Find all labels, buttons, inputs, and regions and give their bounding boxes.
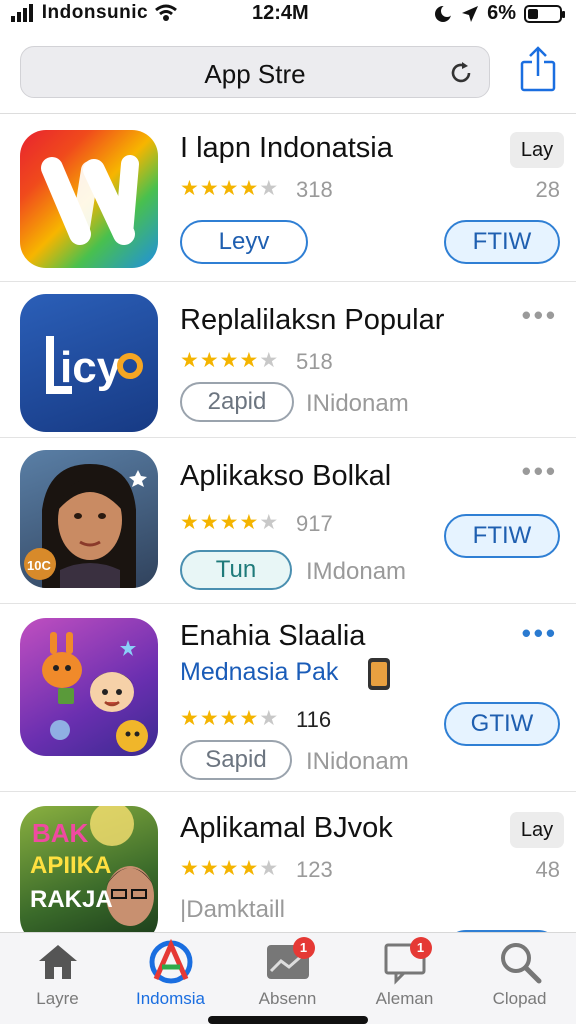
star-rating: ★★★★★	[180, 177, 280, 200]
tab-label: Clopad	[492, 989, 547, 1008]
app-row[interactable]: BAK APIIKA RAKJA Aplikamal BJvok Lay ★★★…	[0, 792, 576, 932]
moon-icon	[435, 4, 454, 22]
notification-badge: 1	[292, 937, 315, 959]
home-indicator	[208, 1016, 368, 1024]
view-button[interactable]: Sapid	[180, 740, 292, 780]
status-time: 12:4M	[252, 2, 309, 24]
app-title: Aplikakso Bolkal	[180, 460, 392, 492]
updates-icon: 1	[265, 937, 315, 985]
rating-count: 116	[296, 707, 332, 732]
app-title: Enahia Slaalia	[180, 620, 366, 652]
view-button[interactable]: 2apid	[180, 382, 294, 422]
tab-layre[interactable]: Layre	[0, 939, 115, 1009]
discover-icon	[148, 938, 194, 985]
app-icon-poster[interactable]: BAK APIIKA RAKJA	[20, 806, 158, 932]
app-icon-portrait[interactable]: 10C	[20, 450, 158, 588]
page-title: App Stre	[204, 59, 306, 89]
tab-bar: Layre Indomsia 1 Absenn 1 Aleman Clopad	[0, 932, 576, 1024]
reload-icon[interactable]	[447, 59, 475, 87]
wifi-icon	[154, 4, 177, 21]
developer-label: |Damktaill	[180, 896, 285, 923]
more-options-icon[interactable]: •••	[522, 456, 558, 487]
svg-text:icy: icy	[60, 343, 122, 392]
app-size: 28	[535, 177, 560, 202]
app-row[interactable]: I lapn Indonatsia Lay ★★★★★ 318 28 Leyv …	[0, 114, 576, 282]
battery-icon	[524, 4, 565, 23]
get-button[interactable]: FTIW	[444, 220, 560, 264]
view-button[interactable]: Leyv	[180, 220, 308, 264]
message-icon: 1	[382, 937, 432, 985]
tab-absenn[interactable]: 1 Absenn	[230, 937, 345, 1009]
app-row[interactable]: Enahia Slaalia ••• Mednasia Pak ★★★★★ 11…	[0, 604, 576, 792]
cartoon-icon	[42, 632, 148, 752]
status-right-group: 6%	[433, 2, 565, 25]
title-field[interactable]: App Stre	[20, 46, 490, 98]
home-icon	[35, 939, 81, 985]
rating-count: 917	[296, 511, 333, 536]
address-bar: App Stre	[0, 36, 576, 114]
poster-text-1: BAK	[32, 818, 89, 848]
carrier-group: Indonsunic	[10, 2, 178, 24]
app-title: I lapn Indonatsia	[180, 132, 393, 164]
app-list: I lapn Indonatsia Lay ★★★★★ 318 28 Leyv …	[0, 114, 576, 932]
app-size: 48	[535, 857, 560, 882]
signal-icon	[11, 3, 33, 22]
rating-count: 318	[296, 177, 333, 202]
app-icon-n-logo[interactable]	[20, 130, 158, 268]
app-icon-cartoon[interactable]	[20, 618, 158, 756]
star-rating: ★★★★★	[180, 349, 280, 372]
open-button[interactable]: Tun	[180, 550, 292, 590]
search-icon	[497, 939, 543, 985]
tab-label: Layre	[36, 989, 79, 1008]
get-button[interactable]: GTIW	[444, 702, 560, 746]
app-row[interactable]: 10C Aplikakso Bolkal ••• ★★★★★ 917 Tun I…	[0, 438, 576, 604]
poster-text-3: RAKJA	[30, 886, 113, 913]
app-title: Aplikamal BJvok	[180, 812, 393, 844]
app-title: Replalilaksn Popular	[180, 304, 445, 336]
rating-count: 518	[296, 349, 333, 374]
poster-text-2: APIIKA	[30, 852, 112, 879]
tab-label: Absenn	[258, 989, 317, 1008]
n-logo-icon	[41, 155, 139, 245]
developer-label: INidonam	[306, 390, 409, 417]
star-rating: ★★★★★	[180, 707, 280, 730]
get-badge[interactable]: Lay	[510, 132, 564, 168]
location-icon	[462, 5, 479, 22]
more-options-icon[interactable]: •••	[522, 618, 558, 649]
tab-label: Indomsia	[136, 989, 205, 1008]
get-badge[interactable]: Lay	[510, 812, 564, 848]
app-subtitle: Mednasia Pak	[180, 658, 339, 686]
star-rating: ★★★★★	[180, 511, 280, 534]
tab-label: Aleman	[375, 989, 434, 1008]
star-rating: ★★★★★	[180, 857, 280, 880]
icy-logo-icon: icy	[46, 336, 143, 394]
rating-count: 123	[296, 857, 333, 882]
developer-label: INidonam	[306, 748, 409, 775]
phone-icon	[368, 658, 390, 690]
tab-indomsia[interactable]: Indomsia	[113, 938, 228, 1009]
tab-aleman[interactable]: 1 Aleman	[347, 937, 462, 1009]
get-button[interactable]: FTIW	[444, 514, 560, 558]
app-icon-icy-logo[interactable]: icy	[20, 294, 158, 432]
more-options-icon[interactable]: •••	[522, 300, 558, 331]
developer-label: IMdonam	[306, 558, 407, 585]
app-row[interactable]: icy Replalilaksn Popular ••• ★★★★★ 518 2…	[0, 282, 576, 438]
battery-percent: 6%	[487, 2, 516, 24]
share-icon[interactable]	[518, 46, 558, 92]
notification-badge: 1	[409, 937, 432, 959]
status-bar: Indonsunic 12:4M 6%	[0, 0, 576, 30]
carrier-name: Indonsunic	[41, 2, 149, 23]
tab-clopad[interactable]: Clopad	[462, 939, 576, 1009]
icon-badge-text: 10C	[27, 558, 51, 573]
